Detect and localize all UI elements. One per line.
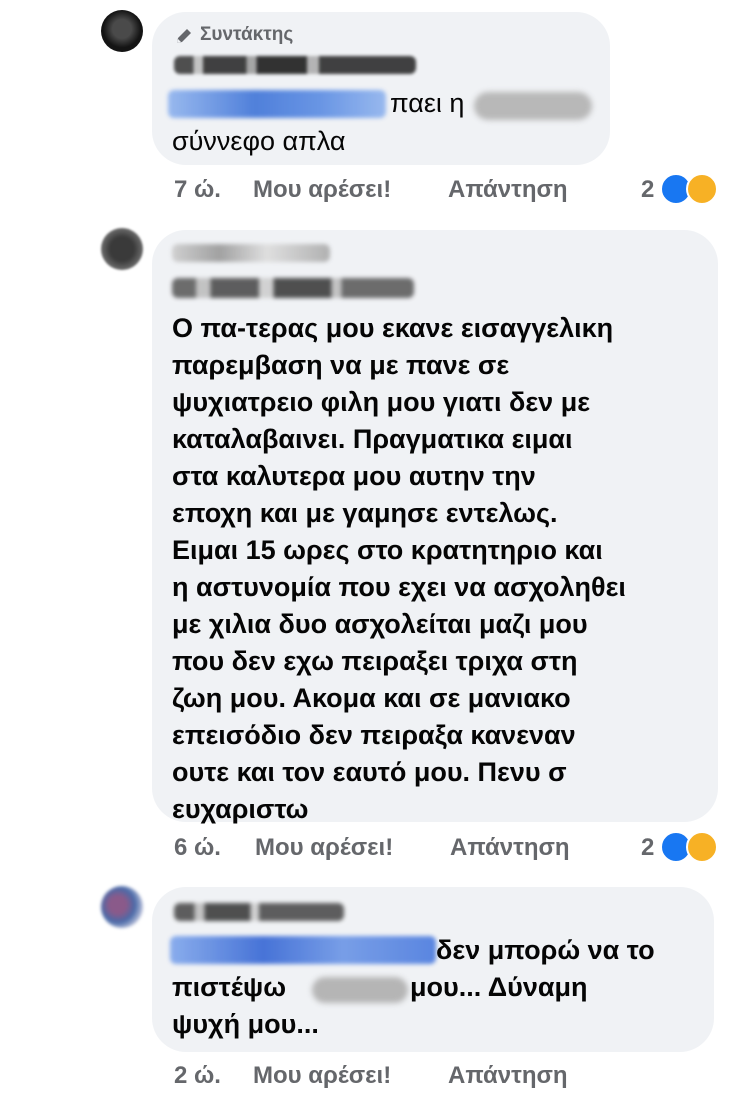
like-button[interactable]: Μου αρέσει!	[253, 176, 391, 204]
comment-text-line: δεν μπορώ να το	[436, 935, 655, 965]
author-subtitle	[172, 278, 414, 298]
comment-text-line: ψυχιατρειο φιλη μου γιατι δεν με	[172, 387, 591, 417]
tagged-user-link[interactable]	[170, 936, 436, 964]
comment-bubble: Ο πα-τερας μου εκανε εισαγγελικη παρεμβα…	[152, 230, 718, 824]
comment-text-line: Ο πα-τερας μου εκανε εισαγγελικη	[172, 313, 614, 343]
comment-text-line: επεισόδιο δεν πειραξα κανεναν	[172, 720, 576, 750]
author-badge-label: Συντάκτης	[200, 24, 294, 45]
comment-time[interactable]: 2 ώ.	[174, 1062, 221, 1090]
comment-text-line: που δεν εχω πειραξει τριχα στη	[172, 646, 578, 676]
pencil-icon	[177, 29, 191, 43]
author-name[interactable]	[174, 903, 344, 921]
comment-actions: 6 ώ. Μου αρέσει! Απάντηση	[174, 834, 714, 864]
sad-reaction-icon	[686, 173, 718, 205]
comment-text-line: εποχη και με γαμησε εντελως.	[172, 498, 558, 528]
comment-text-line: με χιλια δυο ασχολείται μαζι μου	[172, 609, 588, 639]
avatar[interactable]	[101, 10, 143, 52]
comment-text-line: καταλαβαινει. Πραγματικα ειμαι	[172, 424, 573, 454]
comment-text-line: ψυχή μου...	[172, 1009, 319, 1039]
author-name[interactable]	[172, 244, 330, 262]
comment-text-line: σύννεφο απλα	[172, 126, 346, 156]
avatar[interactable]	[101, 886, 143, 928]
comment-actions: 7 ώ. Μου αρέσει! Απάντηση	[174, 176, 714, 206]
reply-button[interactable]: Απάντηση	[450, 834, 570, 862]
comment-text-line: στα καλυτερα μου αυτην την	[172, 461, 536, 491]
like-button[interactable]: Μου αρέσει!	[253, 1062, 391, 1090]
sad-reaction-icon	[686, 831, 718, 863]
redacted-text	[474, 92, 592, 120]
comment-text-line: μου... Δύναμη	[410, 972, 588, 1002]
tagged-user-link[interactable]	[168, 90, 386, 118]
comment-text-line: παρεμβαση να με πανε σε	[172, 350, 510, 380]
redacted-text	[312, 977, 408, 1003]
comment-text-line: η αστυνομία που εχει να ασχοληθει	[172, 572, 626, 602]
comment-bubble: δεν μπορώ να το πιστέψω μου... Δύναμη ψυ…	[152, 887, 714, 1052]
comment-text-line: Ειμαι 15 ωρες στο κρατητηριο και	[172, 535, 603, 565]
comment-time[interactable]: 6 ώ.	[174, 834, 221, 862]
comment-text-line: πιστέψω	[172, 972, 287, 1002]
comment-text-line: ουτε και τον εαυτό μου. Πενυ σ	[172, 757, 567, 787]
reaction-count[interactable]: 2	[641, 834, 654, 862]
comment-text-line: παει η	[390, 88, 465, 118]
comment-time[interactable]: 7 ώ.	[174, 176, 221, 204]
comment-text-line: ζωη μου. Ακομα και σε μανιακο	[172, 683, 571, 713]
reaction-count[interactable]: 2	[641, 176, 654, 204]
avatar[interactable]	[101, 228, 143, 270]
comment-text-line: ευχαριστω	[172, 794, 309, 824]
like-button[interactable]: Μου αρέσει!	[255, 834, 393, 862]
reply-button[interactable]: Απάντηση	[448, 176, 568, 204]
comment-bubble: Συντάκτης παει η σύννεφο απλα	[152, 12, 610, 165]
reply-button[interactable]: Απάντηση	[448, 1062, 568, 1090]
author-name[interactable]	[174, 56, 416, 74]
comment-actions: 2 ώ. Μου αρέσει! Απάντηση	[174, 1062, 714, 1092]
